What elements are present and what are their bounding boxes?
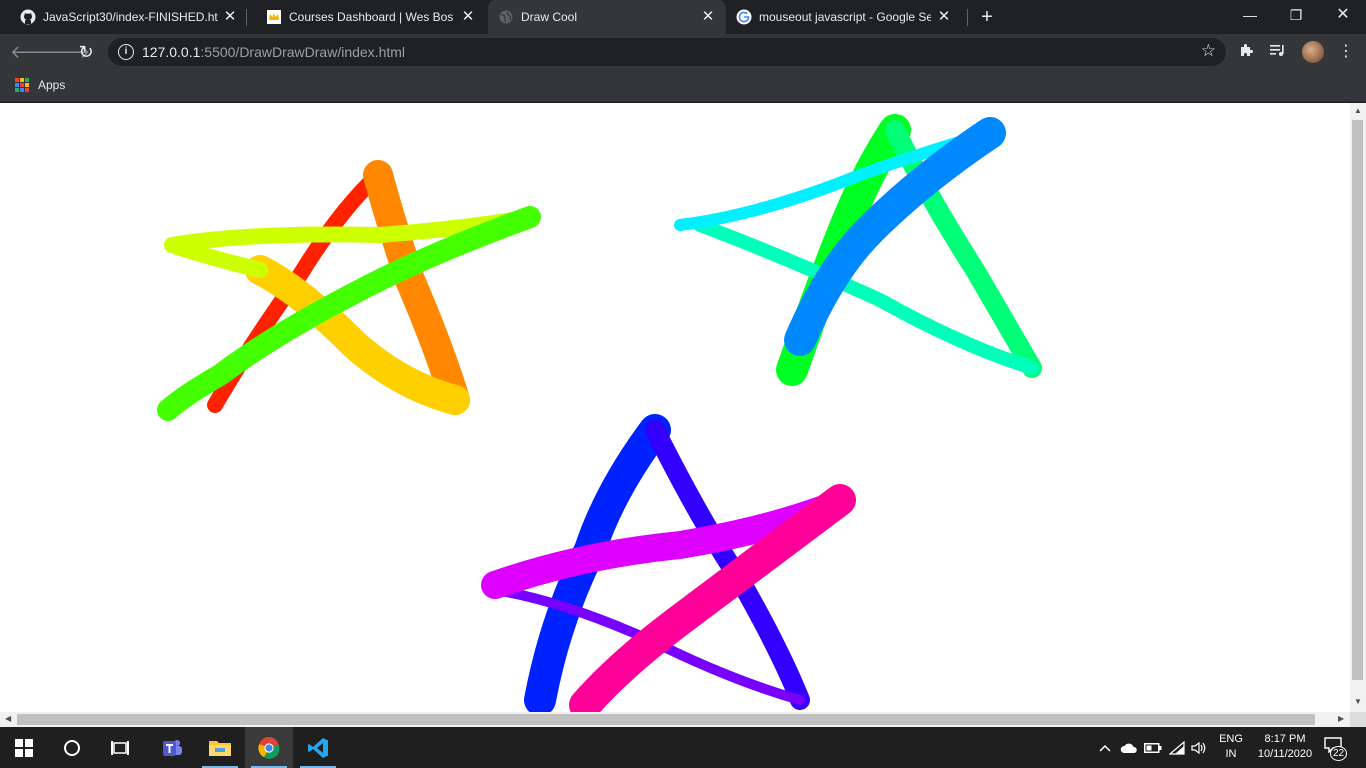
url-path: :5500/DrawDrawDraw/index.html — [200, 44, 406, 60]
tab-title: Courses Dashboard | Wes Bos — [289, 10, 454, 24]
bookmarks-bar: Apps — [0, 70, 1366, 102]
close-tab-icon[interactable]: ✕ — [700, 9, 716, 25]
tab-courses-dashboard[interactable]: Courses Dashboard | Wes Bos ✕ — [246, 0, 486, 34]
back-button[interactable]: 🡐 — [10, 40, 58, 64]
drawing-canvas[interactable] — [0, 103, 1350, 712]
show-hidden-icons-icon[interactable] — [1096, 727, 1114, 768]
tab-divider — [967, 9, 968, 26]
address-bar[interactable]: i 127.0.0.1:5500/DrawDrawDraw/index.html… — [108, 38, 1226, 66]
system-clock[interactable]: 8:17 PM 10/11/2020 — [1250, 732, 1320, 762]
scroll-down-arrow[interactable]: ▼ — [1354, 697, 1362, 706]
media-control-icon[interactable] — [1268, 42, 1288, 62]
search-icon[interactable] — [48, 727, 96, 768]
tab-mouseout-javascript[interactable]: mouseout javascript - Google Se ✕ — [726, 0, 968, 34]
region-code: IN — [1225, 748, 1237, 760]
tab-strip: JavaScript30/index-FINISHED.htm ✕ Course… — [0, 0, 1366, 34]
task-view-icon[interactable] — [96, 727, 144, 768]
canvas-drawing — [157, 114, 1042, 712]
restore-button[interactable]: ❐ — [1273, 0, 1319, 32]
extensions-icon[interactable] — [1237, 42, 1257, 62]
chrome-icon[interactable] — [245, 727, 293, 768]
action-center-icon[interactable]: 22 — [1324, 737, 1350, 761]
globe-icon — [498, 9, 514, 25]
vertical-scroll-thumb[interactable] — [1352, 120, 1363, 680]
close-tab-icon[interactable]: ✕ — [460, 9, 476, 25]
url-text[interactable]: 127.0.0.1:5500/DrawDrawDraw/index.html — [142, 44, 405, 60]
wifi-icon[interactable] — [1166, 727, 1188, 768]
url-host: 127.0.0.1 — [142, 44, 201, 60]
close-tab-icon[interactable]: ✕ — [936, 9, 952, 25]
scrollbar-corner — [1350, 712, 1366, 727]
scroll-up-arrow[interactable]: ▲ — [1354, 106, 1362, 115]
language-indicator[interactable]: ENG IN — [1214, 732, 1248, 762]
onedrive-icon[interactable] — [1118, 727, 1140, 768]
close-tab-icon[interactable]: ✕ — [222, 9, 238, 25]
language-code: ENG — [1219, 733, 1243, 745]
tab-javascript30[interactable]: JavaScript30/index-FINISHED.htm ✕ — [0, 0, 247, 34]
reload-button[interactable]: ↻ — [74, 40, 98, 64]
tab-title: Draw Cool — [521, 10, 578, 24]
start-icon[interactable] — [0, 727, 48, 768]
battery-icon[interactable] — [1142, 727, 1164, 768]
minimize-button[interactable]: ― — [1227, 0, 1273, 32]
tab-draw-cool[interactable]: Draw Cool ✕ — [488, 0, 726, 34]
crown-icon — [266, 9, 282, 25]
github-icon — [20, 9, 36, 25]
forward-button[interactable]: 🡒 — [42, 40, 90, 64]
notification-count-badge: 22 — [1330, 746, 1347, 761]
apps-shortcut[interactable]: Apps — [15, 78, 65, 92]
vertical-scrollbar[interactable]: ▲ ▼ — [1350, 103, 1366, 712]
google-icon — [736, 9, 752, 25]
bookmark-star-icon[interactable]: ☆ — [1201, 41, 1216, 61]
clock-date: 10/11/2020 — [1257, 748, 1313, 760]
file-explorer-icon[interactable] — [196, 727, 244, 768]
info-icon[interactable]: i — [118, 44, 134, 60]
clock-time: 8:17 PM — [1264, 733, 1306, 745]
profile-avatar[interactable] — [1302, 41, 1324, 63]
apps-label: Apps — [38, 78, 66, 92]
apps-grid-icon — [15, 78, 29, 92]
scroll-left-arrow[interactable]: ◀ — [5, 714, 11, 723]
scroll-right-arrow[interactable]: ▶ — [1338, 714, 1344, 723]
tab-title: mouseout javascript - Google Se — [759, 10, 931, 24]
more-menu-icon[interactable]: ⋮ — [1338, 42, 1354, 62]
tab-title: JavaScript30/index-FINISHED.htm — [43, 10, 218, 24]
volume-icon[interactable] — [1188, 727, 1210, 768]
horizontal-scrollbar[interactable]: ◀ ▶ — [0, 712, 1350, 727]
teams-icon[interactable] — [148, 727, 196, 768]
new-tab-button[interactable]: + — [976, 6, 998, 28]
windows-taskbar: ENG IN 8:17 PM 10/11/2020 22 — [0, 727, 1366, 768]
close-window-button[interactable]: ✕ — [1320, 0, 1366, 32]
vscode-icon[interactable] — [294, 727, 342, 768]
horizontal-scroll-thumb[interactable] — [17, 714, 1315, 725]
browser-toolbar: 🡐 🡒 ↻ i 127.0.0.1:5500/DrawDrawDraw/inde… — [0, 34, 1366, 70]
